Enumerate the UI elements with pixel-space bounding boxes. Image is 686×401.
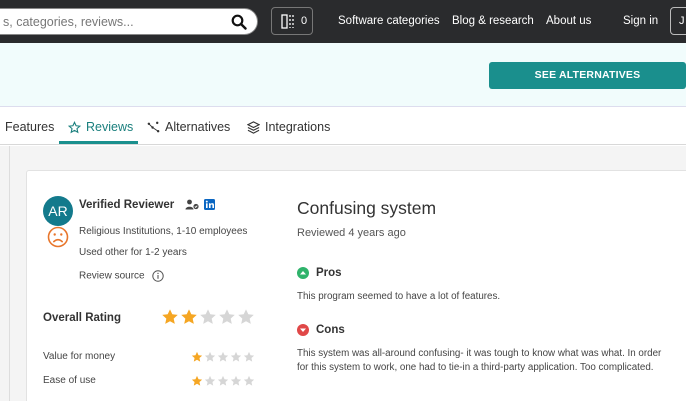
verified-user-icon: [185, 199, 199, 210]
info-icon[interactable]: [152, 270, 165, 282]
star-empty-icon: [230, 351, 242, 362]
star-filled-icon: [191, 375, 203, 386]
compare-button[interactable]: 0: [271, 7, 313, 35]
avatar: AR: [43, 196, 73, 226]
pros-heading: Pros: [297, 267, 342, 279]
star-empty-icon: [200, 309, 216, 324]
star-empty-icon: [204, 351, 216, 362]
cons-down-icon: [297, 324, 309, 336]
tab-features[interactable]: Features: [5, 120, 54, 134]
tab-alternatives[interactable]: Alternatives: [147, 120, 230, 134]
star-filled-icon: [181, 309, 197, 324]
star-empty-icon: [230, 375, 242, 386]
overall-rating-stars: [161, 308, 255, 326]
review-source-label: Review source: [79, 270, 145, 282]
overall-rating-label: Overall Rating: [43, 312, 121, 324]
review-title: Confusing system: [297, 198, 437, 218]
nav-software-categories[interactable]: Software categories: [338, 15, 440, 27]
divider: [9, 146, 10, 401]
star-empty-icon: [219, 309, 235, 324]
nav-blog-research[interactable]: Blog & research: [452, 15, 534, 27]
star-empty-icon: [204, 375, 216, 386]
tab-reviews[interactable]: Reviews: [68, 120, 133, 134]
nav-about-us[interactable]: About us: [546, 15, 591, 27]
see-alternatives-button[interactable]: SEE ALTERNATIVES: [489, 62, 686, 89]
compare-count: 0: [301, 15, 308, 27]
star-empty-icon: [243, 375, 255, 386]
sad-face-icon: [47, 226, 69, 248]
account-button[interactable]: J: [670, 7, 686, 35]
reviewer-industry: Religious Institutions, 1-10 employees: [79, 226, 248, 237]
product-tabs: Features Reviews Alternatives Integratio…: [0, 108, 686, 145]
tab-integrations-label: Integrations: [265, 120, 331, 134]
star-empty-icon: [217, 351, 229, 362]
search-placeholder: s, categories, reviews...: [3, 15, 134, 29]
cons-heading: Cons: [297, 324, 345, 336]
review-date: Reviewed 4 years ago: [297, 227, 406, 239]
scatter-icon: [147, 121, 160, 132]
nav-sign-in[interactable]: Sign in: [623, 15, 658, 27]
linkedin-icon[interactable]: [204, 199, 215, 210]
top-navbar: s, categories, reviews... 0 Software cat…: [0, 0, 686, 43]
pros-up-icon: [297, 267, 309, 279]
star-outline-icon: [68, 120, 81, 133]
value-for-money-label: Value for money: [43, 351, 116, 362]
pros-label: Pros: [316, 267, 342, 279]
star-filled-icon: [191, 351, 203, 362]
search-input[interactable]: s, categories, reviews...: [0, 8, 258, 35]
star-filled-icon: [162, 309, 178, 324]
active-tab-indicator: [59, 141, 138, 144]
search-icon[interactable]: [231, 14, 247, 30]
compare-icon: [281, 14, 294, 29]
review-source: Review source: [79, 270, 165, 282]
cons-text: This system was all-around confusing- it…: [297, 348, 662, 373]
cons-label: Cons: [316, 324, 345, 336]
account-initial: J: [679, 15, 685, 27]
tab-alternatives-label: Alternatives: [165, 120, 231, 134]
value-for-money-stars: [191, 351, 255, 363]
tab-reviews-label: Reviews: [86, 120, 134, 134]
ease-of-use-stars: [191, 375, 255, 387]
star-empty-icon: [238, 309, 254, 324]
reviewer-name: Verified Reviewer: [79, 199, 175, 211]
tab-integrations[interactable]: Integrations: [247, 120, 330, 134]
pros-text: This program seemed to have a lot of fea…: [297, 291, 501, 302]
layers-icon: [247, 120, 260, 134]
tab-features-label: Features: [5, 120, 55, 134]
reviewer-usage: Used other for 1-2 years: [79, 247, 187, 258]
reviewer-badges: [185, 199, 215, 210]
star-empty-icon: [243, 351, 255, 362]
ease-of-use-label: Ease of use: [43, 375, 96, 386]
star-empty-icon: [217, 375, 229, 386]
